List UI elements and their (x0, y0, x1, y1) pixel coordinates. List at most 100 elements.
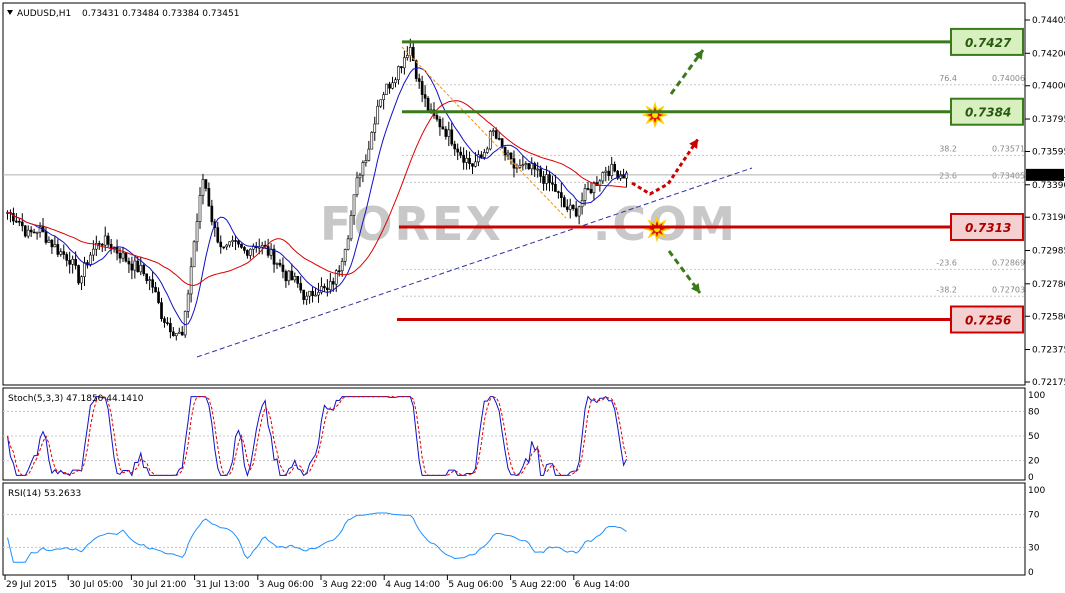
candle-body (577, 206, 581, 217)
candle-body (219, 241, 223, 248)
candle-body (133, 260, 137, 271)
level-label: 0.7427 (965, 36, 1012, 50)
candle-body (154, 286, 157, 293)
chart-window: 76.4 0.74006 38.2 0.73571 23.6 0.73405 -23.6 0.… (0, 0, 1065, 593)
time-tick-label: 30 Jul 05:00 (69, 580, 123, 590)
candle-body (231, 240, 234, 243)
candle-body (272, 248, 276, 265)
candle-body (560, 192, 563, 198)
candle-body (480, 154, 483, 158)
candle-body (551, 182, 554, 185)
candle-body (136, 260, 140, 273)
level-label: 0.7313 (965, 221, 1011, 235)
candle-body (234, 240, 237, 242)
price-tick-label: 0.74200 (1032, 49, 1065, 59)
candle-body (47, 239, 51, 243)
candle-body (438, 118, 442, 128)
candle-body (483, 152, 486, 158)
candle-body (32, 231, 36, 234)
stoch-tick-label: 50 (1028, 432, 1040, 442)
chart-canvas: 76.4 0.74006 38.2 0.73571 23.6 0.73405 -23.6 0.… (2, 2, 1065, 590)
price-tick-label: 0.72780 (1032, 280, 1065, 290)
candle-body (343, 249, 347, 262)
candle-body (583, 188, 587, 201)
candle-body (177, 331, 181, 334)
candle-body (225, 244, 228, 248)
candle-body (331, 281, 335, 285)
candle-body (494, 130, 498, 139)
candle-body (166, 322, 169, 324)
candle-body (293, 276, 297, 281)
candle-body (296, 276, 300, 284)
candle-body (305, 295, 308, 300)
candle-body (103, 235, 107, 246)
candle-body (15, 220, 18, 223)
candle-body (361, 162, 365, 176)
candle-body (450, 129, 454, 145)
stoch-panel (2, 387, 1026, 481)
candle-body (488, 131, 492, 150)
candle-body (151, 279, 154, 288)
candle-body (562, 197, 566, 208)
candle-body (394, 79, 397, 84)
candle-body (50, 239, 54, 248)
candle-body (290, 270, 294, 281)
candle-body (571, 204, 575, 209)
candle-body (423, 94, 427, 99)
candle-body (281, 264, 285, 272)
candle-body (89, 254, 92, 266)
candle-body (278, 262, 282, 266)
candle-body (17, 220, 21, 223)
candle-body (382, 94, 385, 101)
candle-body (456, 148, 460, 153)
candle-body (183, 311, 187, 336)
candle-body (314, 294, 317, 297)
candle-body (548, 174, 551, 184)
main-panel (2, 2, 1026, 386)
candle-body (388, 83, 391, 89)
time-tick-label: 3 Aug 22:00 (322, 580, 377, 590)
rsi-tick-label: 100 (1028, 486, 1045, 496)
time-tick-label: 5 Aug 22:00 (512, 580, 567, 590)
candle-body (323, 286, 326, 289)
candle-body (207, 188, 211, 207)
candle-body (358, 174, 362, 179)
candle-body (373, 123, 377, 133)
candle-body (74, 258, 77, 266)
price-tick-label: 0.72175 (1032, 378, 1065, 388)
price-tick-label: 0.73390 (1032, 181, 1065, 191)
price-tick-label: 0.72375 (1032, 346, 1065, 356)
candle-body (376, 105, 380, 125)
candle-body (607, 170, 611, 176)
chart-ohlc: 0.73431 0.73484 0.73384 0.73451 (82, 9, 239, 19)
candle-body (441, 126, 445, 130)
candle-body (65, 254, 69, 261)
candle-body (169, 323, 172, 333)
candle-body (186, 293, 190, 312)
fibo-value-label: 0.72869 (992, 258, 1025, 267)
candle-body (506, 152, 510, 156)
candle-body (83, 262, 86, 277)
candle-body (524, 163, 528, 166)
candle-body (328, 281, 332, 291)
candle-body (352, 194, 356, 216)
candle-body (121, 252, 125, 259)
candle-body (237, 240, 240, 245)
candle-body (266, 246, 270, 256)
price-tick-label: 0.73595 (1032, 147, 1065, 157)
candle-body (530, 163, 534, 170)
candle-body (367, 148, 371, 161)
price-tick-label: 0.73795 (1032, 115, 1065, 125)
candle-body (349, 215, 353, 240)
candle-body (474, 161, 477, 167)
candle-body (601, 172, 605, 182)
candle-body (379, 99, 383, 107)
candle-body (311, 290, 314, 296)
fibo-pct-label: 23.6 (939, 171, 957, 180)
candle-body (243, 247, 246, 251)
level-label: 0.7384 (965, 106, 1011, 120)
candle-body (465, 157, 468, 163)
candle-body (391, 82, 394, 89)
candle-body (340, 260, 344, 272)
level-label: 0.7256 (965, 314, 1011, 328)
